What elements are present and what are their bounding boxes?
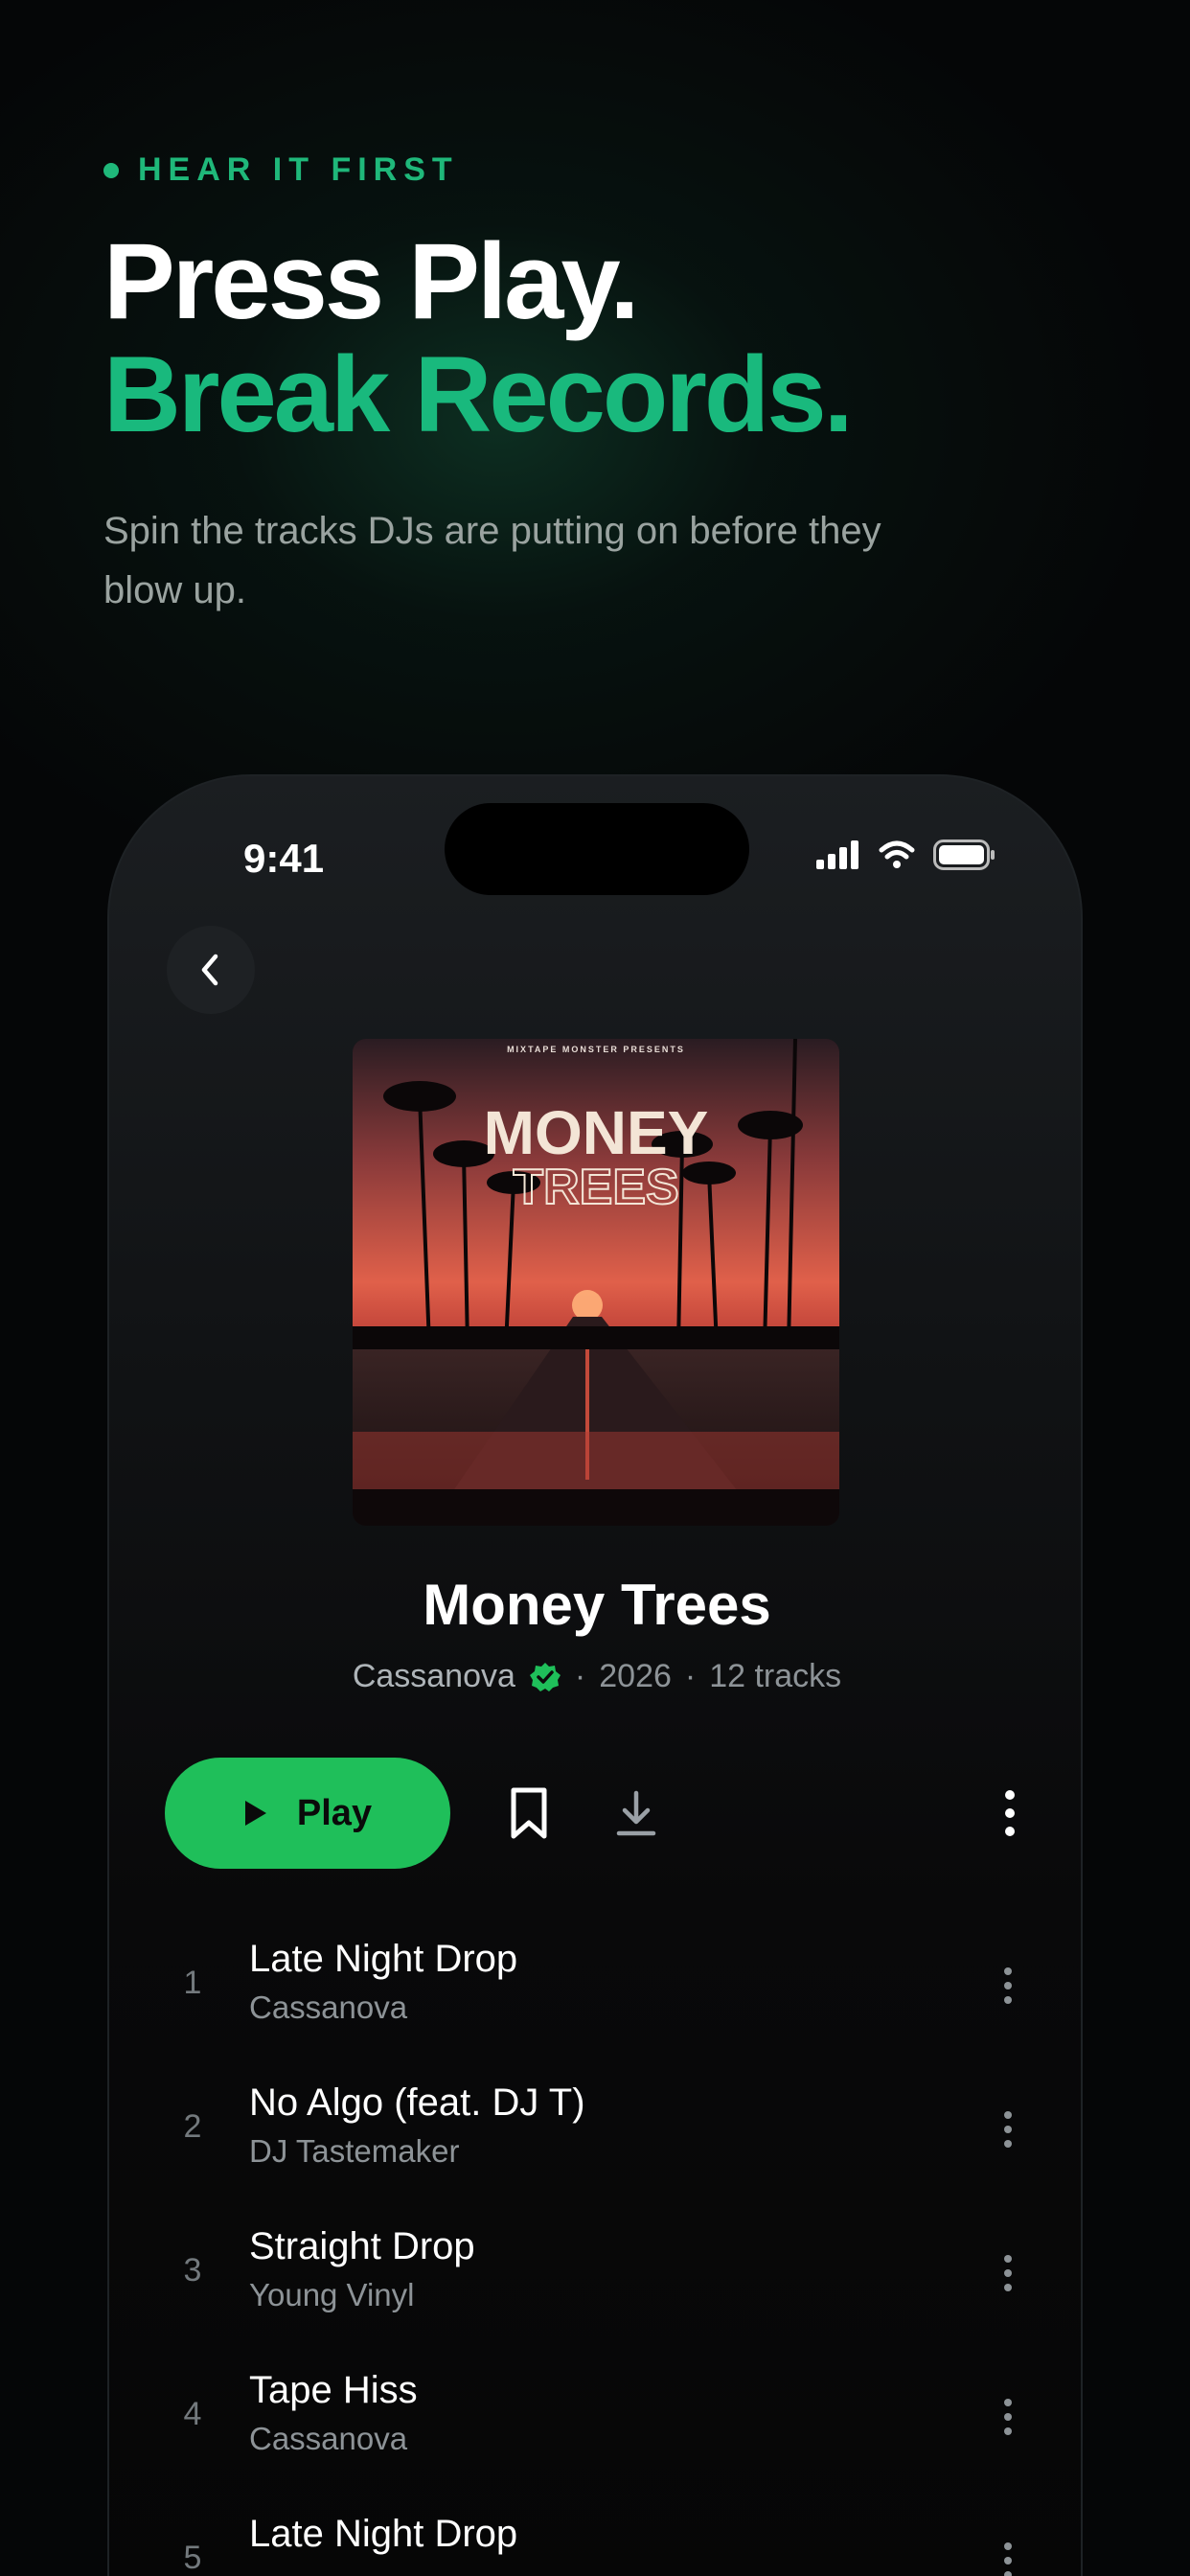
track-title: Late Night Drop bbox=[249, 1938, 518, 1980]
track-more-button[interactable] bbox=[989, 1957, 1027, 2014]
album-track-count: 12 tracks bbox=[709, 1658, 842, 1694]
track-more-button[interactable] bbox=[989, 2532, 1027, 2576]
status-time: 9:41 bbox=[243, 836, 325, 881]
track-more-button[interactable] bbox=[989, 2388, 1027, 2446]
album-meta: Cassanova · 2026 · 12 tracks bbox=[109, 1658, 1081, 1695]
cover-title-line-1: MONEY bbox=[484, 1098, 709, 1167]
album-actions: Play bbox=[165, 1758, 1027, 1869]
meta-separator: · bbox=[574, 1658, 586, 1694]
track-more-button[interactable] bbox=[989, 2244, 1027, 2302]
album-cover: MIXTAPE MONSTER PRESENTS MONEY TREES bbox=[353, 1039, 839, 1526]
cellular-signal-icon bbox=[816, 840, 858, 869]
verified-badge-icon bbox=[529, 1662, 561, 1691]
play-button-label: Play bbox=[296, 1792, 373, 1833]
track-artist: Cassanova bbox=[249, 2421, 408, 2456]
album-title: Money Trees bbox=[423, 1573, 771, 1637]
eyebrow-text: HEAR IT FIRST bbox=[138, 151, 459, 188]
more-icon bbox=[1004, 2255, 1012, 2291]
more-icon bbox=[1004, 2111, 1012, 2148]
eyebrow: HEAR IT FIRST bbox=[103, 151, 1100, 189]
status-icons bbox=[816, 840, 996, 870]
more-icon bbox=[1005, 1790, 1015, 1836]
track-row[interactable]: 3 Straight Drop Young Vinyl bbox=[165, 2204, 1027, 2348]
hero-section: HEAR IT FIRST Press Play. Break Records.… bbox=[103, 151, 1100, 620]
more-icon bbox=[1004, 2542, 1012, 2576]
headline-line-2: Break Records. bbox=[103, 334, 854, 454]
wifi-icon bbox=[879, 840, 915, 868]
phone-mockup: 9:41 MIXTAPE MONSTER PRESENTS MONEY TREE… bbox=[107, 774, 1083, 2576]
track-number: 4 bbox=[183, 2396, 202, 2432]
track-artist: Young Vinyl bbox=[249, 2277, 415, 2312]
track-row[interactable]: 2 No Algo (feat. DJ T) DJ Tastemaker bbox=[165, 2060, 1027, 2204]
album-year: 2026 bbox=[599, 1658, 672, 1694]
track-row[interactable]: 4 Tape Hiss Cassanova bbox=[165, 2348, 1027, 2492]
track-title: Tape Hiss bbox=[249, 2369, 418, 2411]
cover-top-text: MIXTAPE MONSTER PRESENTS bbox=[507, 1045, 685, 1054]
more-icon bbox=[1004, 1967, 1012, 2004]
eyebrow-dot-icon bbox=[103, 162, 119, 178]
track-number: 5 bbox=[183, 2540, 202, 2576]
bookmark-button[interactable] bbox=[500, 1784, 558, 1842]
headline-line-1: Press Play. bbox=[103, 221, 639, 341]
back-button[interactable] bbox=[167, 926, 255, 1014]
album-cover-art: MIXTAPE MONSTER PRESENTS MONEY TREES bbox=[353, 1039, 839, 1526]
download-icon bbox=[616, 1790, 656, 1836]
track-title: Straight Drop bbox=[249, 2225, 475, 2267]
track-row[interactable]: 1 Late Night Drop Cassanova bbox=[165, 1917, 1027, 2060]
cover-title-line-2: TREES bbox=[513, 1160, 678, 1215]
meta-separator: · bbox=[684, 1658, 697, 1694]
track-title: No Algo (feat. DJ T) bbox=[249, 2082, 585, 2124]
track-list: 1 Late Night Drop Cassanova 2 No Algo (feat.… bbox=[165, 1917, 1027, 2576]
battery-icon bbox=[933, 840, 995, 870]
track-row[interactable]: 5 Late Night Drop bbox=[165, 2492, 1027, 2576]
bookmark-icon bbox=[511, 1787, 547, 1839]
track-number: 2 bbox=[183, 2108, 202, 2145]
more-icon bbox=[1004, 2399, 1012, 2435]
play-icon bbox=[244, 1801, 266, 1826]
download-button[interactable] bbox=[607, 1784, 665, 1842]
track-number: 3 bbox=[183, 2252, 202, 2288]
chevron-left-icon bbox=[201, 954, 218, 986]
track-more-button[interactable] bbox=[989, 2101, 1027, 2158]
track-artist: DJ Tastemaker bbox=[249, 2133, 460, 2169]
hero-subtitle: Spin the tracks DJs are putting on befor… bbox=[103, 510, 881, 611]
dynamic-island bbox=[445, 803, 749, 895]
track-number: 1 bbox=[183, 1965, 202, 2001]
track-title: Late Night Drop bbox=[249, 2513, 518, 2555]
track-artist: Cassanova bbox=[249, 1990, 408, 2025]
more-options-button[interactable] bbox=[981, 1784, 1039, 1842]
album-artist[interactable]: Cassanova bbox=[353, 1658, 515, 1695]
play-button[interactable]: Play bbox=[165, 1758, 450, 1869]
